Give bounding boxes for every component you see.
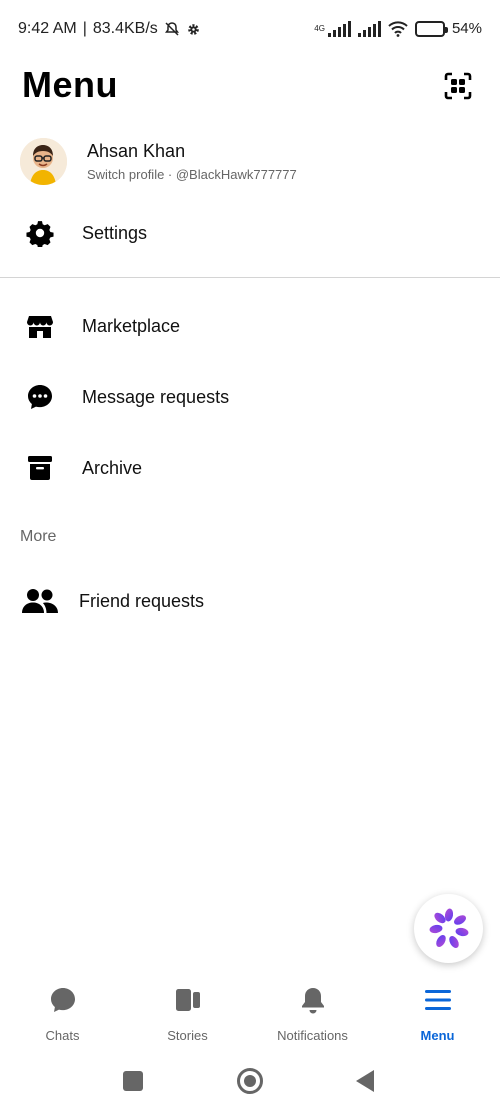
tab-chats[interactable]: Chats: [0, 985, 125, 1049]
hamburger-icon: [424, 990, 451, 1010]
archive-label: Archive: [82, 457, 143, 478]
back-button[interactable]: [356, 1070, 374, 1092]
status-time: 9:42 AM: [18, 20, 77, 37]
status-right: 4G 54%: [314, 20, 482, 37]
bottom-nav: Chats Stories Notifications Menu: [0, 985, 500, 1049]
signal-icon-2: [357, 20, 381, 37]
section-more-heading: More: [20, 528, 57, 545]
network-type: 4G: [314, 24, 325, 33]
tab-stories[interactable]: Stories: [125, 985, 250, 1049]
meta-ai-button[interactable]: [414, 894, 483, 963]
signal-icon: [327, 20, 351, 37]
wifi-icon: [388, 20, 408, 37]
gear-status-icon: [187, 23, 199, 35]
qr-scan-icon: [444, 72, 472, 100]
menu-item-friend-requests[interactable]: Friend requests: [0, 573, 500, 629]
profile-info: Ahsan Khan Switch profile · @BlackHawk77…: [87, 141, 297, 182]
stories-icon: [175, 989, 200, 1011]
home-button[interactable]: [237, 1068, 263, 1094]
tab-menu[interactable]: Menu: [375, 985, 500, 1049]
menu-item-marketplace[interactable]: Marketplace: [0, 298, 500, 354]
storefront-icon: [27, 316, 53, 338]
chat-icon: [50, 988, 75, 1012]
profile-name: Ahsan Khan: [87, 140, 186, 161]
profile-row[interactable]: Ahsan Khan Switch profile · @BlackHawk77…: [20, 136, 480, 186]
menu-item-settings[interactable]: Settings: [0, 205, 500, 261]
avatar-image: [20, 137, 67, 185]
gear-icon: [26, 221, 54, 247]
marketplace-label: Marketplace: [82, 315, 181, 336]
bell-icon: [301, 988, 324, 1014]
avatar: [20, 137, 67, 185]
qr-code-button[interactable]: [444, 72, 472, 100]
archive-box-icon: [28, 456, 52, 480]
tab-chats-label: Chats: [45, 1028, 80, 1043]
tab-notifications[interactable]: Notifications: [250, 985, 375, 1049]
friend-requests-label: Friend requests: [79, 590, 205, 611]
divider: [0, 277, 500, 278]
menu-item-message-requests[interactable]: Message requests: [0, 369, 500, 425]
tab-stories-label: Stories: [167, 1028, 208, 1043]
bell-muted-icon: [164, 22, 179, 36]
message-requests-label: Message requests: [82, 386, 230, 407]
tab-menu-label: Menu: [420, 1028, 455, 1043]
status-speed: 83.4KB/s: [92, 20, 158, 37]
meta-ai-icon: [429, 908, 468, 948]
page-title: Menu: [22, 64, 118, 105]
menu-item-archive[interactable]: Archive: [0, 440, 500, 496]
tab-notifications-label: Notifications: [277, 1028, 348, 1043]
battery-percent: 54%: [451, 20, 482, 37]
status-bar: 9:42 AM | 83.4KB/s 4G 54%: [0, 0, 500, 58]
recents-button[interactable]: [123, 1071, 143, 1091]
profile-subtitle[interactable]: Switch profile · @BlackHawk777777: [87, 167, 297, 182]
settings-label: Settings: [82, 222, 148, 243]
system-nav-bar: [0, 1060, 500, 1102]
status-left: 9:42 AM | 83.4KB/s: [18, 20, 201, 38]
chat-bubble-icon: [28, 385, 52, 409]
battery-icon: [414, 20, 448, 37]
people-icon: [22, 589, 58, 613]
